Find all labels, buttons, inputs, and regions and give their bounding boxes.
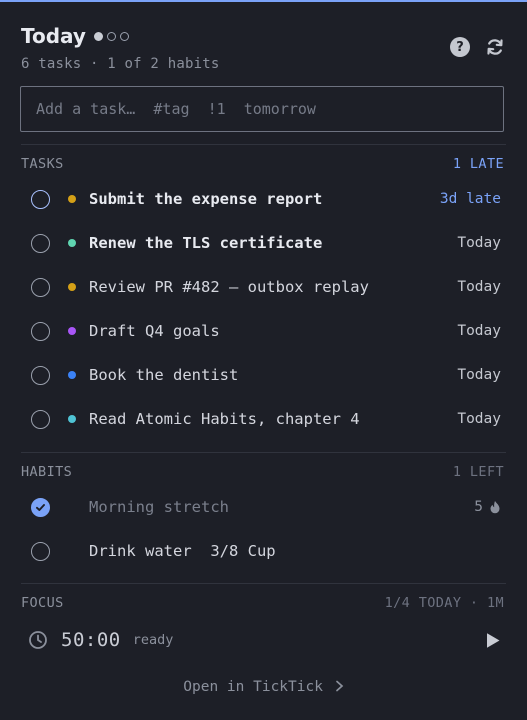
task-checkbox[interactable] — [31, 189, 50, 209]
task-checkbox[interactable] — [31, 409, 50, 429]
task-due: Today — [457, 279, 501, 295]
task-row[interactable]: Read Atomic Habits, chapter 4 Today — [31, 405, 501, 433]
habit-title[interactable]: Drink water 3/8 Cup — [89, 542, 501, 560]
page-title: Today — [21, 24, 86, 48]
habits-label: HABITS — [21, 464, 73, 480]
task-row[interactable]: Book the dentist Today — [31, 361, 501, 389]
divider — [21, 452, 506, 453]
task-title[interactable]: Renew the TLS certificate — [89, 234, 457, 252]
tasks-label: TASKS — [21, 156, 64, 172]
task-checkbox[interactable] — [31, 365, 50, 385]
focus-label: FOCUS — [21, 595, 64, 611]
focus-status: ready — [132, 632, 174, 648]
habit-checkbox[interactable] — [31, 541, 50, 561]
divider — [21, 144, 506, 145]
page-dot-2[interactable] — [106, 31, 116, 41]
task-due: 3d late — [439, 191, 501, 207]
task-row[interactable]: Review PR #482 — outbox replay Today — [31, 273, 501, 301]
refresh-icon[interactable] — [484, 36, 506, 58]
summary-text: 6 tasks · 1 of 2 habits — [21, 56, 220, 72]
habit-title[interactable]: Morning stretch — [89, 498, 474, 516]
open-ticktick-link[interactable]: Open in TickTick — [0, 679, 527, 695]
task-due: Today — [457, 367, 501, 383]
task-checkbox[interactable] — [31, 321, 50, 341]
habits-left-count: 1 LEFT — [452, 464, 504, 480]
chevron-right-icon — [335, 680, 343, 692]
task-due: Today — [457, 411, 501, 427]
tag-dot — [68, 239, 76, 247]
streak-count: 5 — [474, 499, 483, 515]
page-dot-1[interactable] — [93, 31, 103, 41]
habit-row[interactable]: Morning stretch 5 — [31, 493, 501, 521]
flame-icon — [490, 501, 500, 514]
focus-timer-row: 50:00 ready — [28, 626, 501, 654]
task-title[interactable]: Review PR #482 — outbox replay — [89, 278, 457, 296]
habit-checkbox[interactable] — [31, 497, 50, 517]
task-row[interactable]: Draft Q4 goals Today — [31, 317, 501, 345]
task-checkbox[interactable] — [31, 233, 50, 253]
focus-section-header: FOCUS 1/4 TODAY · 1M — [21, 595, 504, 611]
task-title[interactable]: Read Atomic Habits, chapter 4 — [89, 410, 457, 428]
task-title[interactable]: Submit the expense report — [89, 190, 440, 208]
task-title[interactable]: Draft Q4 goals — [89, 322, 457, 340]
task-title[interactable]: Book the dentist — [89, 366, 457, 384]
focus-stats: 1/4 TODAY · 1M — [384, 595, 504, 611]
focus-timer: 50:00 — [61, 629, 121, 651]
page-indicator — [93, 31, 129, 41]
page-dot-3[interactable] — [119, 31, 129, 41]
tasks-section-header: TASKS 1 LATE — [21, 156, 504, 172]
tag-dot — [68, 283, 76, 291]
habit-row[interactable]: Drink water 3/8 Cup — [31, 537, 501, 565]
header: Today 6 tasks · 1 of 2 habits ? — [21, 24, 506, 74]
help-icon[interactable]: ? — [450, 37, 470, 57]
tag-dot — [68, 327, 76, 335]
tag-dot — [68, 195, 76, 203]
habits-section-header: HABITS 1 LEFT — [21, 464, 504, 480]
task-row[interactable]: Submit the expense report 3d late — [31, 185, 501, 213]
tag-dot — [68, 371, 76, 379]
play-icon[interactable] — [483, 631, 501, 649]
tag-dot — [68, 415, 76, 423]
checkmark-icon — [36, 503, 45, 511]
task-due: Today — [457, 235, 501, 251]
task-due: Today — [457, 323, 501, 339]
habit-streak: 5 — [474, 499, 501, 515]
clock-icon — [29, 631, 47, 649]
late-count[interactable]: 1 LATE — [453, 156, 504, 172]
task-checkbox[interactable] — [31, 277, 50, 297]
task-row[interactable]: Renew the TLS certificate Today — [31, 229, 501, 257]
open-link-label[interactable]: Open in TickTick — [183, 679, 323, 695]
divider — [21, 583, 506, 584]
add-task-input[interactable] — [20, 86, 504, 132]
